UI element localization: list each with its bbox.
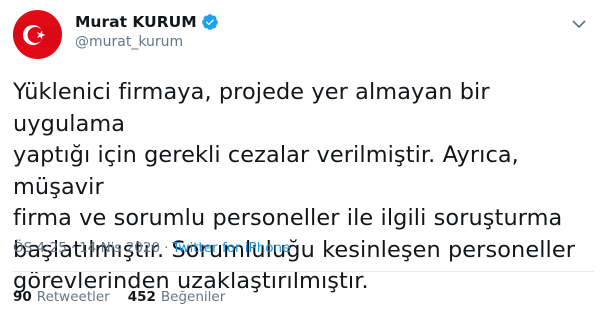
retweets-label: Retweetler [36,289,110,305]
likes-label: Beğeniler [160,289,226,305]
meta-separator: · [164,240,169,256]
author-name-row: Murat KURUM [75,12,219,32]
retweets-stat[interactable]: 90 Retweetler [13,289,110,305]
tweet-meta: ÖS 4:25 · 14 Nis 2020 · Twitter for iPho… [13,240,290,256]
meta-separator: · [70,240,76,256]
divider [13,271,594,272]
tweet-text-line: firma ve sorumlu personeller ile ilgili … [13,205,563,231]
tweet-stats: 90 Retweetler 452 Beğeniler [13,289,225,305]
tweet-card: Murat KURUM @murat_kurum Yüklenici firma… [0,0,607,316]
tweet-time[interactable]: ÖS 4:25 [13,240,67,256]
tweet-date[interactable]: 14 Nis 2020 [79,240,160,256]
avatar[interactable] [13,10,62,59]
author-display-name[interactable]: Murat KURUM [75,13,197,31]
chevron-down-icon[interactable] [569,14,589,34]
verified-badge-icon [201,13,219,31]
tweet-text: Yüklenici firmaya, projede yer almayan b… [13,77,598,298]
tweet-text-line: Yüklenici firmaya, projede yer almayan b… [13,79,490,137]
tweet-source-link[interactable]: Twitter for iPhone [172,240,290,256]
author-block[interactable]: Murat KURUM @murat_kurum [75,12,219,50]
tweet-text-line: yaptığı için gerekli cezalar verilmiştir… [13,142,519,200]
author-handle[interactable]: @murat_kurum [75,34,219,50]
likes-count: 452 [127,289,156,305]
likes-stat[interactable]: 452 Beğeniler [128,289,226,305]
retweets-count: 90 [13,289,32,305]
turkish-flag-icon [13,10,62,59]
